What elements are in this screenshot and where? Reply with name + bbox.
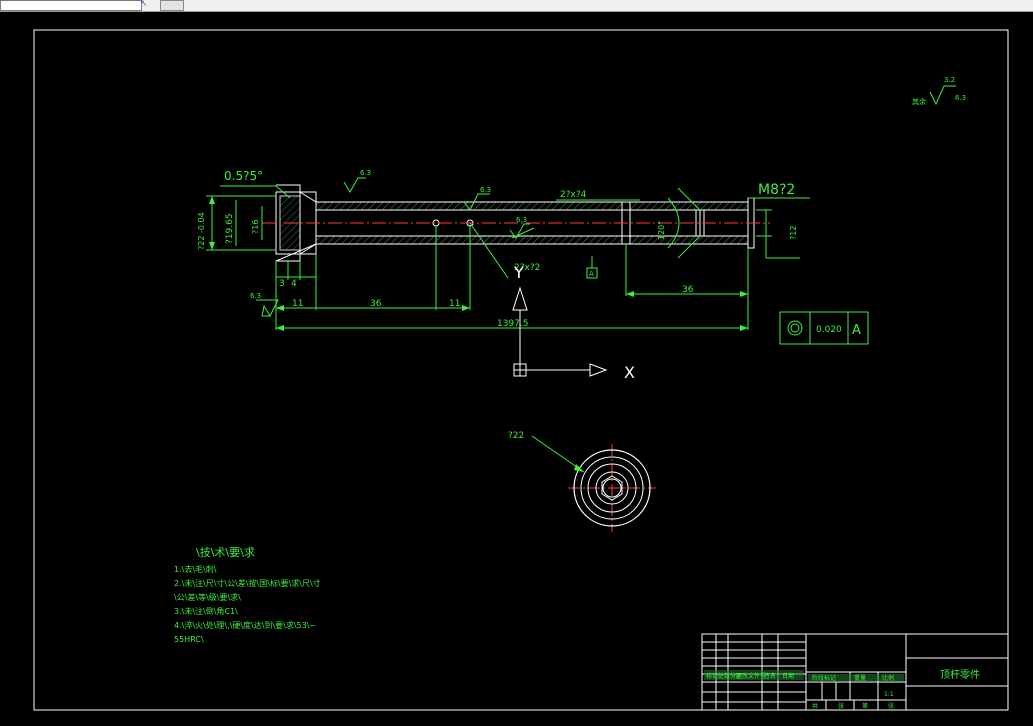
roughness-mark-3: 3.2 <box>944 76 955 84</box>
title-block-bottom-label: 张 <box>838 702 844 710</box>
concentricity-icon <box>787 320 803 336</box>
ucs-axes-icon: X Y <box>512 263 635 382</box>
title-block-scale: 1:1 <box>884 691 894 698</box>
title-block: 标记 处数 分区 更改文件号 签名 日期 阶段标记 重量 比例 1:1 共 张 … <box>701 633 1009 711</box>
part-side-view: 0.5?5° M8?2 2?x?4 2?x?2 6.3 6.3 3.2 6.3 … <box>197 76 966 345</box>
corner-note: 其余 <box>912 97 926 106</box>
title-block-label: 更改文件号 <box>736 672 766 680</box>
title-block-label: 处数 <box>718 672 730 680</box>
roughness-mark-1: 6.3 <box>360 169 371 177</box>
cursor-arrow-icon: ↖ <box>140 0 148 9</box>
slot-note: 2?x?4 <box>560 190 587 200</box>
thread-note: M8?2 <box>758 182 795 198</box>
toolbar-button[interactable] <box>160 0 184 11</box>
diameter-12-dim: ?12 <box>789 226 798 240</box>
diameter-16-dim: ?16 <box>251 220 260 234</box>
datum-label: A <box>589 270 594 278</box>
x-axis-label: X <box>624 363 635 382</box>
part-name: 顶杆零件 <box>940 669 980 681</box>
tolerance-value: 0.020 <box>816 325 842 335</box>
corner-value: 6.3 <box>955 94 966 102</box>
tech-requirement-line: 3.\未\注\倒\角C1\ <box>174 606 238 616</box>
cad-drawing-canvas[interactable]: 0.5?5° M8?2 2?x?4 2?x?2 6.3 6.3 3.2 6.3 … <box>0 12 1033 726</box>
y-axis-label: Y <box>513 263 524 282</box>
roughness-mark-4: 6.3 <box>516 216 527 224</box>
roughness-mark-2: 6.3 <box>480 186 491 194</box>
tech-requirement-line: 4.\淬\火\处\理\,\硬\度\达\到\要\求\53\~ <box>174 620 316 630</box>
title-block-bottom-label: 第 <box>862 702 868 710</box>
application-toolbar: ↖ <box>0 0 1033 12</box>
title-block-stage-label: 比例 <box>882 674 894 682</box>
tech-requirement-line: 55HRC\ <box>174 635 204 644</box>
tech-requirements-title: \技\术\要\求 <box>196 546 255 559</box>
title-block-bottom-label: 共 <box>812 702 818 710</box>
chamfer-note: 0.5?5° <box>224 169 263 183</box>
dim-36a: 36 <box>370 299 382 309</box>
title-block-label: 签名 <box>764 672 776 680</box>
title-block-label: 日期 <box>782 672 794 680</box>
dim-36b: 36 <box>682 285 694 295</box>
tolerance-datum: A <box>852 323 861 338</box>
tech-requirement-line: 1.\去\毛\刺\ <box>174 564 217 574</box>
diameter-22-dim: ?22 -0.04 <box>197 212 206 250</box>
dim-total: 1397.5 <box>497 319 529 329</box>
part-end-view: ?22 <box>508 431 656 532</box>
title-block-bottom-label: 张 <box>888 702 894 710</box>
end-view-diameter-label: ?22 <box>508 431 524 441</box>
title-block-stage-label: 重量 <box>854 674 866 682</box>
title-block-label: 标记 <box>706 672 718 680</box>
tech-requirement-line: 2.\未\注\尺\寸\公\差\按\国\标\要\求\尺\寸 <box>174 578 321 588</box>
dim-11a: 11 <box>292 299 303 309</box>
roughness-mark-5: 6.3 <box>250 292 261 300</box>
tolerance-frame: 0.020 A <box>779 311 869 345</box>
technical-requirements: \技\术\要\求 1.\去\毛\刺\ 2.\未\注\尺\寸\公\差\按\国\标\… <box>174 546 321 644</box>
dim-3: 3 <box>279 279 285 289</box>
title-block-stage-label: 阶段标记 <box>812 674 836 682</box>
diameter-19-dim: ?19.65 <box>225 213 235 244</box>
dim-4: 4 <box>291 279 297 289</box>
tech-requirement-line: \公\差\等\级\要\求\ <box>174 592 241 602</box>
angle-dim: 120° <box>657 221 666 240</box>
command-input[interactable] <box>0 0 142 11</box>
dim-11b: 11 <box>449 299 460 309</box>
